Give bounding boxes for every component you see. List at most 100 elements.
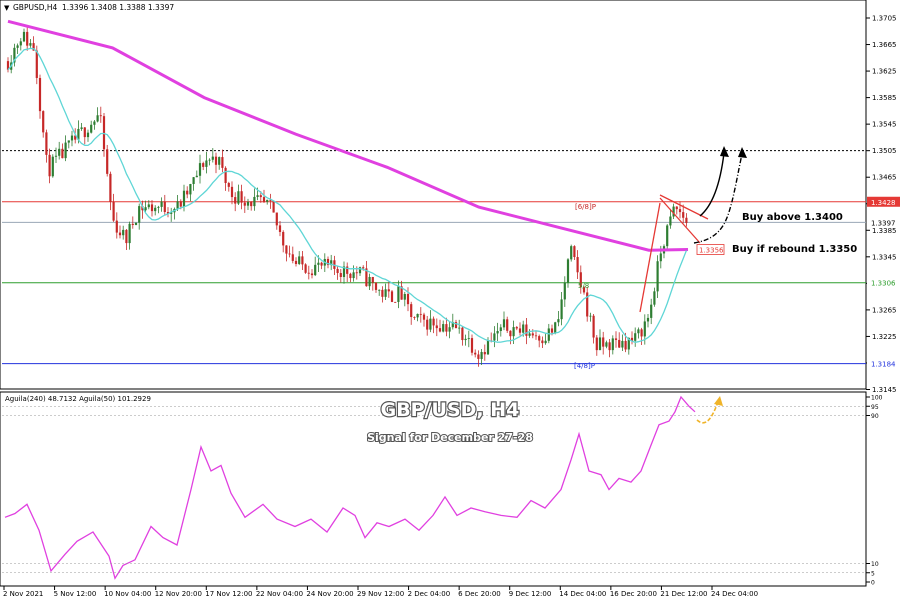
candle-body <box>157 206 160 208</box>
price-tick-label: 1.3585 <box>872 94 897 102</box>
candle-body <box>362 267 365 269</box>
candle-body <box>176 201 179 209</box>
candle-body <box>410 304 413 318</box>
candle-body <box>570 246 573 260</box>
candle-body <box>192 177 195 185</box>
chart-window: 1.3705 1.3665 1.3625 1.3585 1.3545 1.3505 1.34… <box>0 0 900 600</box>
time-tick-label: 24 Dec 04:00 <box>711 590 758 598</box>
candle-body <box>294 260 298 264</box>
candle-body <box>131 223 134 225</box>
candle-body <box>458 327 461 329</box>
time-tick-label: 2 Dec 04:00 <box>408 590 451 598</box>
time-tick-label: 10 Nov 04:00 <box>104 590 151 598</box>
time-tick-label: 6 Dec 20:00 <box>458 590 501 598</box>
murrey-48-label: [4/8]P <box>574 362 595 370</box>
candle-body <box>109 173 112 202</box>
candle-body <box>403 294 406 300</box>
candle-body <box>512 327 515 337</box>
candle-body <box>80 127 83 129</box>
buy-above-text: Buy above 1.3400 <box>742 212 843 223</box>
candle-body <box>48 154 51 177</box>
candle-body <box>243 202 246 206</box>
candle-body <box>214 156 218 165</box>
candle-body <box>224 167 227 184</box>
candle-body <box>534 335 538 337</box>
chart-subtitle: Signal for December 27-28 <box>367 431 533 444</box>
candle-body <box>653 291 656 305</box>
candle-body <box>144 207 147 211</box>
osc-tick-label: 5 <box>871 570 875 577</box>
price-tick-label: 1.3665 <box>872 41 897 49</box>
murrey-68-label: [6/8]P <box>575 203 596 211</box>
candle-body <box>256 195 259 197</box>
candle-body <box>518 328 522 333</box>
candle-body <box>486 340 490 355</box>
time-tick-label: 12 Nov 20:00 <box>155 590 202 598</box>
candle-body <box>435 325 438 329</box>
candle-body <box>467 338 470 339</box>
candle-body <box>502 319 506 328</box>
time-tick-label: 5 Nov 12:00 <box>54 590 97 598</box>
candle-body <box>378 289 381 291</box>
candle-body <box>291 254 294 261</box>
candle-body <box>54 155 58 157</box>
candle-body <box>416 313 419 318</box>
candle-body <box>29 43 32 46</box>
osc-tick-label: 90 <box>871 413 879 420</box>
candle-body <box>22 31 26 42</box>
candle-body <box>275 212 278 226</box>
candle-body <box>499 327 502 332</box>
candle-body <box>563 282 566 300</box>
candle-body <box>406 294 410 305</box>
ma-tag-label: 1.3356 <box>699 247 724 255</box>
indicator-panel <box>0 391 867 587</box>
time-axis: 2 Nov 2021 5 Nov 12:00 10 Nov 04:00 12 Nov … <box>3 586 758 598</box>
price-tag-green: 1.3306 <box>871 280 896 288</box>
ohlc-values: 1.3396 1.3408 1.3388 1.3397 <box>62 3 174 12</box>
price-tick-label: 1.3705 <box>872 15 897 23</box>
time-tick-label: 29 Nov 12:00 <box>357 590 404 598</box>
candle-body <box>589 315 592 317</box>
time-tick-label: 17 Nov 12:00 <box>205 590 252 598</box>
candle-body <box>682 212 685 218</box>
osc-tick-label: 10 <box>871 561 879 568</box>
candle-body <box>445 324 448 332</box>
candle-body <box>387 289 390 292</box>
candle-body <box>621 340 624 348</box>
candle-body <box>160 201 163 207</box>
candle-body <box>218 157 221 165</box>
candle-body <box>310 273 314 276</box>
candle-body <box>122 229 125 236</box>
candle-body <box>282 231 285 246</box>
candle-body <box>438 328 442 332</box>
indicator-legend: Aguila(240) 48.7132 Aguila(50) 101.2929 <box>5 395 151 403</box>
candle-body <box>643 321 646 337</box>
candle-body <box>147 204 150 208</box>
candle-body <box>394 301 397 303</box>
dropdown-arrow-icon[interactable]: ▼ <box>4 4 10 12</box>
candle-body <box>659 253 662 262</box>
candle-body <box>211 156 214 160</box>
price-tag-current: 1.3397 <box>871 219 896 227</box>
candle-body <box>272 200 275 213</box>
candle-body <box>547 328 550 341</box>
candle-body <box>285 245 288 254</box>
price-tick-label: 1.3545 <box>872 121 897 129</box>
candle-body <box>637 329 640 334</box>
candle-body <box>550 328 554 333</box>
candle-body <box>554 322 557 333</box>
candle-body <box>541 340 544 344</box>
osc-tick-label: 100 <box>871 395 883 402</box>
candle-body <box>83 127 86 138</box>
candle-body <box>138 206 141 223</box>
candle-body <box>240 191 243 203</box>
candle-body <box>86 132 90 138</box>
candle-body <box>496 331 499 334</box>
candle-body <box>99 115 102 117</box>
candle-body <box>470 338 474 353</box>
candle-body <box>227 183 230 187</box>
time-tick-label: 16 Dec 20:00 <box>610 590 657 598</box>
candle-body <box>477 354 480 359</box>
candle-body <box>624 340 627 350</box>
murrey-58-label: 5/8 <box>578 282 589 290</box>
